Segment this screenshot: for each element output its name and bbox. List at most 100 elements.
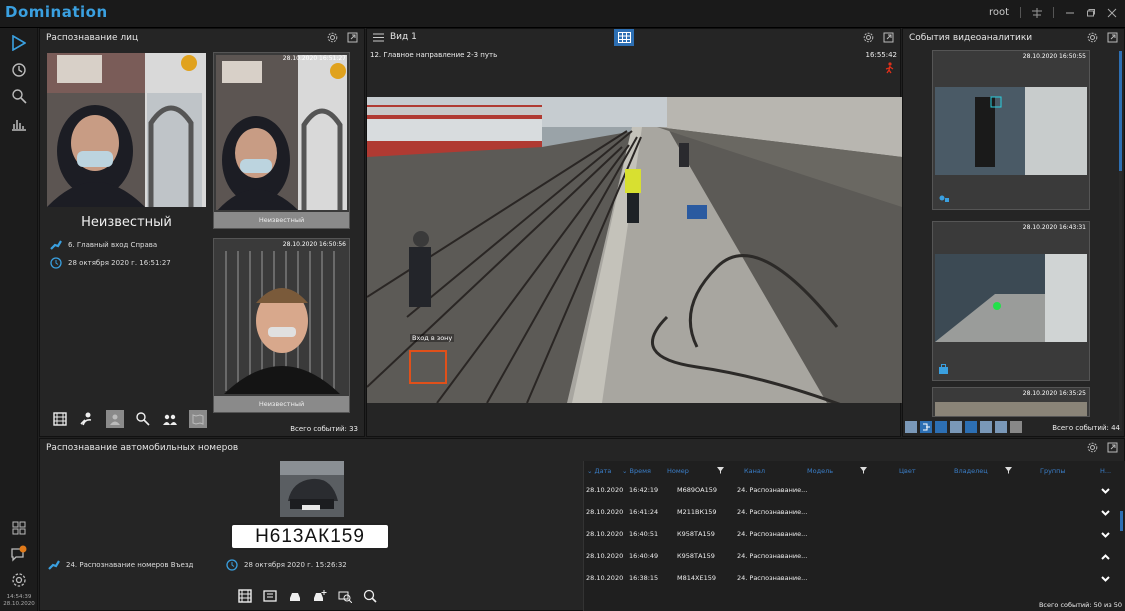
analytics-icon[interactable] <box>6 112 32 136</box>
event-card-photo <box>935 87 1087 175</box>
history-icon[interactable] <box>6 58 32 82</box>
plate-channel-row: 24. Распознавание номеров Въезд <box>48 560 193 570</box>
filter-cross-icon[interactable] <box>950 421 962 433</box>
filter-icon[interactable] <box>860 467 867 474</box>
film-icon[interactable] <box>238 589 252 603</box>
person-icon[interactable] <box>106 410 124 428</box>
app-window: Domination root 14:54:39 28.10.2020 Расп… <box>0 0 1125 611</box>
face-toolbar <box>52 410 207 428</box>
table-header-channel[interactable]: Канал <box>744 467 765 475</box>
table-row[interactable]: 28.10.2020 16:41:24 М211ВК159 24. Распоз… <box>584 501 1125 523</box>
search-icon[interactable] <box>6 84 32 108</box>
expand-icon[interactable] <box>347 32 358 43</box>
user-name[interactable]: root <box>989 7 1009 18</box>
menu-icon[interactable] <box>373 33 384 42</box>
person-edit-icon[interactable] <box>79 411 95 427</box>
row-number: М814ХЕ159 <box>677 574 716 582</box>
network-icon[interactable] <box>1032 7 1042 18</box>
expand-icon[interactable] <box>1107 32 1118 43</box>
car-add-icon[interactable] <box>313 589 327 603</box>
camera-video-feed[interactable]: Вход в зону <box>367 97 902 403</box>
settings-gear-icon[interactable] <box>6 568 32 592</box>
table-header-time[interactable]: ⌄ Время <box>622 467 651 475</box>
table-scrollbar[interactable] <box>1120 511 1123 531</box>
notifications-icon[interactable] <box>6 542 32 566</box>
expand-icon[interactable] <box>1107 442 1118 453</box>
layout-grid-icon[interactable] <box>6 516 32 540</box>
main-face-photo[interactable] <box>47 53 206 207</box>
chevron-down-icon[interactable] <box>1101 532 1110 538</box>
row-number: М211ВК159 <box>677 508 717 516</box>
analytics-event-card[interactable]: 28.10.2020 16:35:25 <box>932 387 1090 417</box>
minimize-icon[interactable] <box>1065 8 1075 18</box>
panel-header-icons <box>1087 32 1118 43</box>
close-icon[interactable] <box>1107 8 1117 18</box>
filter-icon[interactable] <box>1005 467 1012 474</box>
zone-label: Вход в зону <box>410 334 455 342</box>
map-person-icon[interactable] <box>189 410 207 428</box>
table-header-more[interactable]: Н... <box>1100 467 1111 475</box>
analytics-event-card[interactable]: 28.10.2020 16:50:55 <box>932 50 1090 210</box>
face-search-icon[interactable] <box>135 411 151 427</box>
plate-search-icon[interactable] <box>338 589 352 603</box>
license-plate-panel: Распознавание автомобильных номеров Н613… <box>39 438 1125 611</box>
table-header-color[interactable]: Цвет <box>899 467 916 475</box>
left-toolbar: 14:54:39 28.10.2020 <box>0 28 38 611</box>
row-number: К958ТА159 <box>677 530 715 538</box>
play-icon[interactable] <box>6 31 32 55</box>
group-icon[interactable] <box>162 411 178 427</box>
events-scrollbar[interactable] <box>1119 51 1122 431</box>
face-recognition-panel: Распознавание лиц Неизвестный 6. Главный… <box>39 28 365 437</box>
car-icon[interactable] <box>288 589 302 603</box>
filter-face-icon[interactable] <box>935 421 947 433</box>
settings-icon[interactable] <box>863 32 874 43</box>
analytics-event-card[interactable]: 28.10.2020 16:43:31 <box>932 221 1090 381</box>
settings-icon[interactable] <box>1087 32 1098 43</box>
event-card-time: 28.10.2020 16:35:25 <box>1022 390 1086 397</box>
filter-exit-icon[interactable] <box>920 421 932 433</box>
plates-table: ⌄ Дата ⌄ Время Номер Канал Модель Цвет В… <box>583 461 1125 611</box>
event-card-photo <box>935 402 1087 416</box>
face-event-card[interactable]: 28.10.2020 16:51:27 Неизвестный <box>213 52 350 229</box>
restore-icon[interactable] <box>1086 8 1096 18</box>
search-car-icon[interactable] <box>363 589 377 603</box>
window-controls: root <box>989 7 1117 18</box>
face-card-time: 28.10.2020 16:51:27 <box>282 55 346 62</box>
chevron-down-icon[interactable] <box>1101 510 1110 516</box>
filter-all-icon[interactable] <box>905 421 917 433</box>
expand-icon[interactable] <box>883 32 894 43</box>
table-header-owner[interactable]: Владелец <box>954 467 988 475</box>
settings-icon[interactable] <box>1087 442 1098 453</box>
face-card-time: 28.10.2020 16:50:56 <box>282 241 346 248</box>
layout-grid-icon[interactable] <box>614 29 634 46</box>
settings-icon[interactable] <box>327 32 338 43</box>
motion-person-icon <box>885 62 894 74</box>
filter-line-icon[interactable] <box>1010 421 1022 433</box>
chevron-down-icon[interactable] <box>1101 488 1110 494</box>
table-header-number[interactable]: Номер <box>667 467 689 475</box>
table-header-date[interactable]: ⌄ Дата <box>587 467 611 475</box>
filter-icon[interactable] <box>717 467 724 474</box>
table-header-groups[interactable]: Группы <box>1040 467 1066 475</box>
film-icon[interactable] <box>52 411 68 427</box>
title-bar: Domination root <box>0 0 1125 28</box>
divider <box>1020 7 1021 18</box>
video-view-panel: Вид 1 12. Главное направление 2-3 путь 1… <box>366 28 902 437</box>
filter-arrow-icon[interactable] <box>980 421 992 433</box>
table-row[interactable]: 28.10.2020 16:38:15 М814ХЕ159 24. Распоз… <box>584 567 1125 589</box>
table-header-model[interactable]: Модель <box>807 467 833 475</box>
camera-channel-icon <box>48 560 60 570</box>
plate-list-icon[interactable] <box>263 589 277 603</box>
events-total: Всего событий: 44 <box>1052 424 1120 432</box>
filter-bag-icon[interactable] <box>965 421 977 433</box>
table-row[interactable]: 28.10.2020 16:42:19 М689ОА159 24. Распоз… <box>584 479 1125 501</box>
chevron-down-icon[interactable] <box>1101 576 1110 582</box>
vehicle-photo[interactable] <box>280 461 344 517</box>
table-row[interactable]: 28.10.2020 16:40:51 К958ТА159 24. Распоз… <box>584 523 1125 545</box>
table-row[interactable]: 28.10.2020 16:40:49 К958ТА159 24. Распоз… <box>584 545 1125 567</box>
chevron-up-icon[interactable] <box>1101 554 1110 560</box>
row-time: 16:42:19 <box>629 486 659 494</box>
face-total-events: Всего событий: 33 <box>290 425 358 433</box>
filter-enter-icon[interactable] <box>995 421 1007 433</box>
face-event-card[interactable]: 28.10.2020 16:50:56 Неизвестный <box>213 238 350 413</box>
